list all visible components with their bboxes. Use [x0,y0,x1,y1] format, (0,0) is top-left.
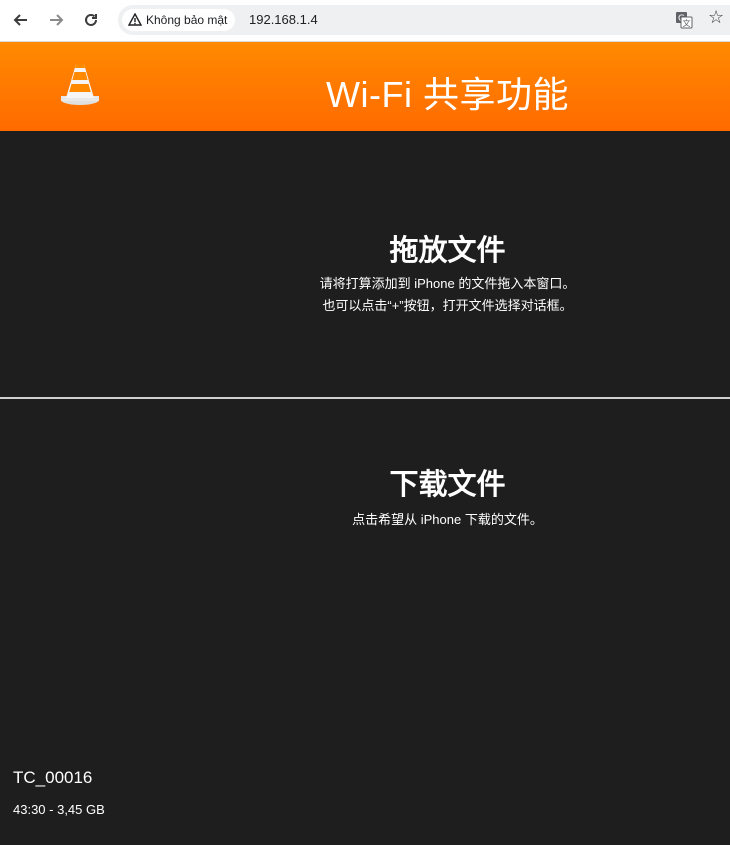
download-instruction: 点击希望从 iPhone 下载的文件。 [352,512,543,527]
warning-icon [128,13,142,26]
page-title: Wi-Fi 共享功能 [326,74,569,115]
download-title: 下载文件 [389,469,506,501]
upload-instruction-1: 请将打算添加到 iPhone 的文件拖入本窗口。 [319,276,576,291]
download-section: 下载文件 点击希望从 iPhone 下载的文件。 [0,399,730,845]
back-arrow-icon[interactable] [8,7,34,33]
security-label: Không bảo mật [146,13,228,27]
file-name[interactable]: TC_00016 [13,768,92,788]
app-header: Wi-Fi 共享功能 [0,42,730,131]
upload-title: 拖放文件 [389,235,506,267]
forward-arrow-icon[interactable] [43,7,69,33]
translate-icon[interactable]: G 文 [675,11,693,29]
bookmark-star-icon[interactable]: ☆ [708,8,724,26]
upload-drop-zone[interactable]: 拖放文件 请将打算添加到 iPhone 的文件拖入本窗口。 也可以点击“+”按钮… [0,131,730,397]
security-chip[interactable]: Không bảo mật [122,9,236,31]
vlc-cone-logo-icon [61,64,99,105]
file-meta: 43:30 - 3,45 GB [13,802,105,817]
url-text[interactable]: 192.168.1.4 [249,12,318,27]
svg-text:文: 文 [683,18,691,28]
upload-instruction-2: 也可以点击“+”按钮，打开文件选择对话框。 [322,298,573,313]
reload-icon[interactable] [78,7,104,33]
browser-toolbar: Không bảo mật 192.168.1.4 G 文 ☆ [0,0,730,42]
address-bar[interactable]: Không bảo mật 192.168.1.4 G 文 ☆ [118,5,730,35]
